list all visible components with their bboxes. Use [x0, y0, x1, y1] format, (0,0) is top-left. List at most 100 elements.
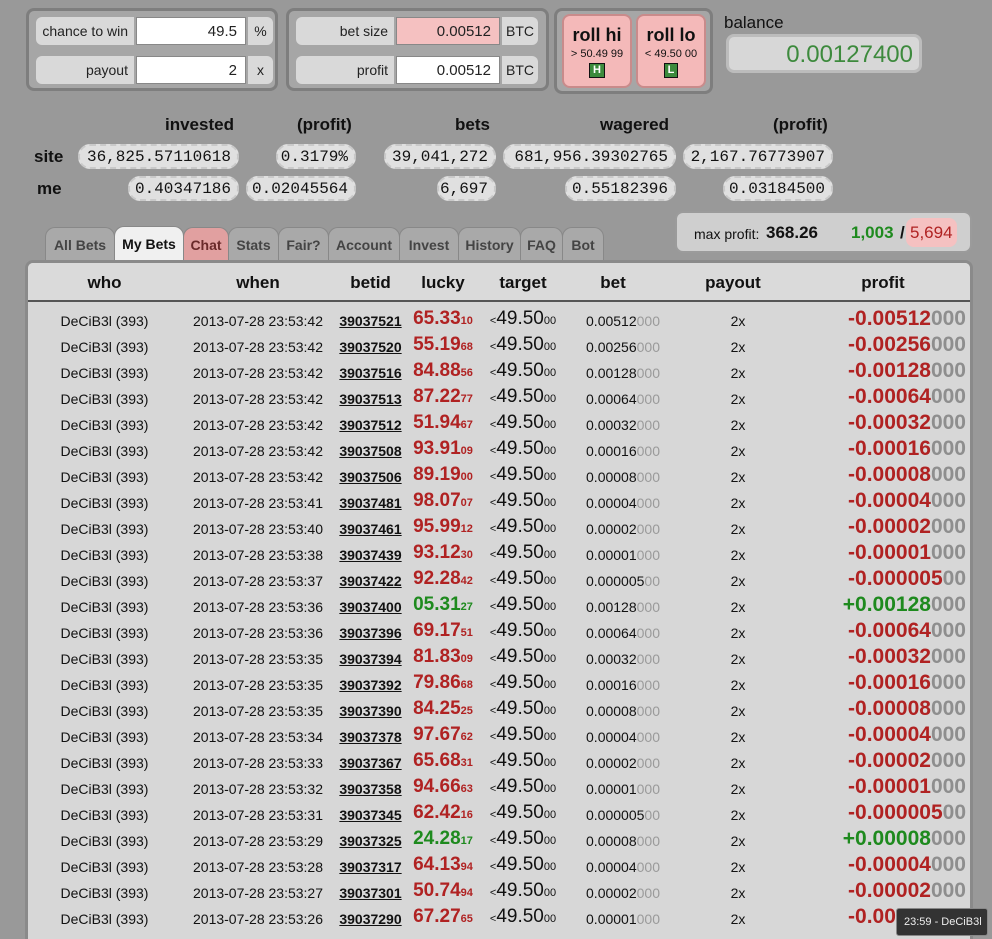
- row-payout: 2x: [730, 521, 746, 537]
- row-target: <49.5000: [483, 332, 563, 358]
- row-betid-link[interactable]: 39037439: [333, 540, 408, 566]
- row-betid-link[interactable]: 39037513: [333, 384, 408, 410]
- row-who: DeCiB3l (393): [60, 625, 149, 641]
- row-profit-zeros: 000: [930, 411, 966, 434]
- row-betid-link[interactable]: 39037317: [333, 852, 408, 878]
- tab-history[interactable]: History: [458, 227, 521, 260]
- row-lucky-small: 09: [460, 445, 473, 457]
- row-bet-zeros: 000: [636, 313, 660, 329]
- row-who: DeCiB3l (393): [60, 443, 149, 459]
- row-when: 2013-07-28 23:53:42: [193, 443, 323, 459]
- row-target-main: 49.50: [496, 334, 544, 355]
- row-betid-link[interactable]: 39037290: [333, 904, 408, 930]
- row-who: DeCiB3l (393): [60, 521, 149, 537]
- row-betid-link[interactable]: 39037396: [333, 618, 408, 644]
- row-lucky-small: 42: [460, 575, 473, 587]
- row-betid-link[interactable]: 39037422: [333, 566, 408, 592]
- row-target-main: 49.50: [496, 698, 544, 719]
- profit-input[interactable]: 0.00512: [396, 56, 500, 84]
- row-payout: 2x: [730, 599, 746, 615]
- row-betid-link[interactable]: 39037521: [333, 306, 408, 332]
- row-profit: -0.00512000: [788, 306, 966, 332]
- row-lucky: 24.2817: [408, 826, 478, 852]
- row-bet: 0.00256000: [573, 332, 673, 358]
- roll-hi-button[interactable]: roll hi > 50.49 99 H: [562, 14, 632, 88]
- tab-account[interactable]: Account: [328, 227, 400, 260]
- table-row: DeCiB3l (393) 2013-07-28 23:53:36 39037396…: [28, 618, 970, 644]
- row-betid-link[interactable]: 39037358: [333, 774, 408, 800]
- row-target: <49.5000: [483, 878, 563, 904]
- row-who: DeCiB3l (393): [60, 859, 149, 875]
- row-lucky: 65.3310: [408, 306, 478, 332]
- tab-my-bets[interactable]: My Bets: [114, 226, 184, 261]
- betsize-unit: BTC: [502, 17, 538, 45]
- row-profit: -0.00064000: [788, 384, 966, 410]
- row-target-small: 00: [543, 783, 557, 795]
- betsize-input[interactable]: 0.00512: [396, 17, 500, 45]
- row-who: DeCiB3l (393): [60, 313, 149, 329]
- row-target-small: 00: [543, 445, 557, 457]
- row-bet-main: 0.00032: [586, 417, 637, 433]
- row-profit: -0.00008000: [788, 462, 966, 488]
- row-target: <49.5000: [483, 748, 563, 774]
- row-betid-link[interactable]: 39037506: [333, 462, 408, 488]
- row-payout: 2x: [730, 677, 746, 693]
- row-when: 2013-07-28 23:53:35: [193, 703, 323, 719]
- row-profit-zeros: 000: [930, 307, 966, 330]
- row-bet-main: 0.000005: [586, 807, 645, 823]
- row-lucky-main: 05.31: [413, 594, 461, 615]
- tab-stats[interactable]: Stats: [228, 227, 279, 260]
- tab-bot[interactable]: Bot: [562, 227, 604, 260]
- row-profit-main: -0.00002: [848, 515, 931, 538]
- row-who: DeCiB3l (393): [60, 651, 149, 667]
- payout-input[interactable]: 2: [136, 56, 246, 84]
- row-profit-zeros: 000: [930, 515, 966, 538]
- row-betid-link[interactable]: 39037325: [333, 826, 408, 852]
- row-betid-link[interactable]: 39037390: [333, 696, 408, 722]
- row-betid-link[interactable]: 39037378: [333, 722, 408, 748]
- row-bet: 0.00001000: [573, 904, 673, 930]
- chance-input[interactable]: 49.5: [136, 17, 246, 45]
- row-betid-link[interactable]: 39037512: [333, 410, 408, 436]
- row-lucky-small: 31: [460, 757, 473, 769]
- row-target: <49.5000: [483, 904, 563, 930]
- tab-chat[interactable]: Chat: [183, 227, 229, 260]
- row-betid-link[interactable]: 39037367: [333, 748, 408, 774]
- row-target: <49.5000: [483, 826, 563, 852]
- row-betid-link[interactable]: 39037516: [333, 358, 408, 384]
- table-row: DeCiB3l (393) 2013-07-28 23:53:33 39037367…: [28, 748, 970, 774]
- tab-invest[interactable]: Invest: [399, 227, 459, 260]
- row-bet-main: 0.00128: [586, 365, 637, 381]
- row-betid-link[interactable]: 39037481: [333, 488, 408, 514]
- row-betid-link[interactable]: 39037461: [333, 514, 408, 540]
- row-betid-link[interactable]: 39037508: [333, 436, 408, 462]
- loss-count: 5,694: [906, 218, 957, 247]
- row-betid-link[interactable]: 39037392: [333, 670, 408, 696]
- row-bet-zeros: 000: [636, 911, 660, 927]
- row-bet: 0.00016000: [573, 436, 673, 462]
- tab-all-bets[interactable]: All Bets: [45, 227, 115, 260]
- row-bet-zeros: 000: [636, 755, 660, 771]
- tab-faq[interactable]: FAQ: [520, 227, 563, 260]
- row-betid-link[interactable]: 39037520: [333, 332, 408, 358]
- tab-fair[interactable]: Fair?: [278, 227, 329, 260]
- row-betid-link[interactable]: 39037400: [333, 592, 408, 618]
- row-bet-main: 0.00008: [586, 833, 637, 849]
- table-row: DeCiB3l (393) 2013-07-28 23:53:38 39037439…: [28, 540, 970, 566]
- row-profit: -0.00004000: [788, 722, 966, 748]
- row-bet-main: 0.00032: [586, 651, 637, 667]
- row-payout: 2x: [730, 625, 746, 641]
- row-bet-zeros: 000: [636, 469, 660, 485]
- row-target: <49.5000: [483, 696, 563, 722]
- row-profit-main: +0.00128: [842, 593, 931, 616]
- row-lucky-small: 51: [460, 627, 473, 639]
- roll-lo-button[interactable]: roll lo < 49.50 00 L: [636, 14, 706, 88]
- row-betid-link[interactable]: 39037345: [333, 800, 408, 826]
- row-who: DeCiB3l (393): [60, 547, 149, 563]
- row-bet-main: 0.00001: [586, 911, 637, 927]
- row-betid-link[interactable]: 39037301: [333, 878, 408, 904]
- row-bet: 0.00128000: [573, 592, 673, 618]
- row-betid-link[interactable]: 39037394: [333, 644, 408, 670]
- row-profit-main: -0.00064: [848, 619, 931, 642]
- row-profit-main: -0.00004: [848, 489, 931, 512]
